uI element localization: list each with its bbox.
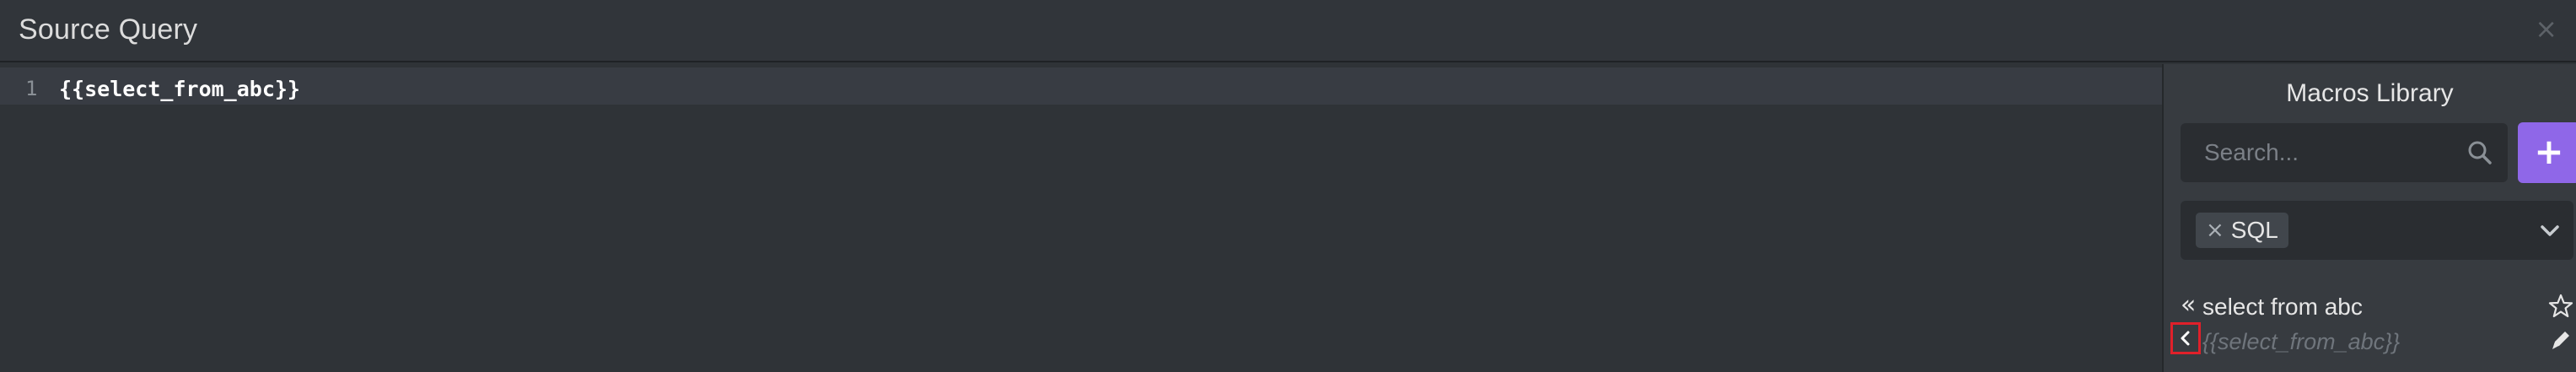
pencil-icon[interactable] bbox=[2548, 327, 2573, 353]
search-input[interactable] bbox=[2181, 123, 2433, 182]
editor-line-active[interactable]: 1 {{select_from_abc}} bbox=[0, 67, 2162, 105]
tag-chip-sql: × SQL bbox=[2196, 213, 2288, 248]
line-number: 1 bbox=[25, 77, 38, 100]
query-editor[interactable]: 1 {{select_from_abc}} bbox=[0, 64, 2162, 372]
panel-title: Macros Library bbox=[2286, 79, 2454, 107]
macros-library-panel: Macros Library + × SQL « select from abc… bbox=[2162, 64, 2576, 372]
macro-code-preview: {{select_from_abc}} bbox=[2202, 329, 2401, 354]
chevron-left-icon[interactable] bbox=[2170, 322, 2201, 354]
chevron-down-icon[interactable] bbox=[2538, 219, 2562, 243]
star-icon[interactable] bbox=[2548, 294, 2573, 319]
add-macro-button[interactable]: + bbox=[2518, 122, 2576, 183]
modal-title: Source Query bbox=[19, 13, 198, 46]
search-box[interactable] bbox=[2181, 123, 2508, 182]
modal-header: Source Query × bbox=[0, 0, 2576, 62]
tag-label: SQL bbox=[2230, 217, 2278, 243]
close-icon[interactable]: × bbox=[2535, 12, 2557, 46]
remove-tag-icon[interactable]: × bbox=[2206, 218, 2224, 243]
macro-code-row: {{select_from_abc}} bbox=[2170, 321, 2573, 358]
code-text[interactable]: {{select_from_abc}} bbox=[59, 77, 300, 101]
search-icon[interactable] bbox=[2467, 140, 2493, 165]
double-chevron-left-icon[interactable]: « bbox=[2181, 292, 2196, 319]
macro-item[interactable]: « select from abc bbox=[2181, 290, 2573, 324]
macro-name[interactable]: select from abc bbox=[2202, 294, 2363, 321]
tag-filter-select[interactable]: × SQL bbox=[2181, 201, 2573, 260]
